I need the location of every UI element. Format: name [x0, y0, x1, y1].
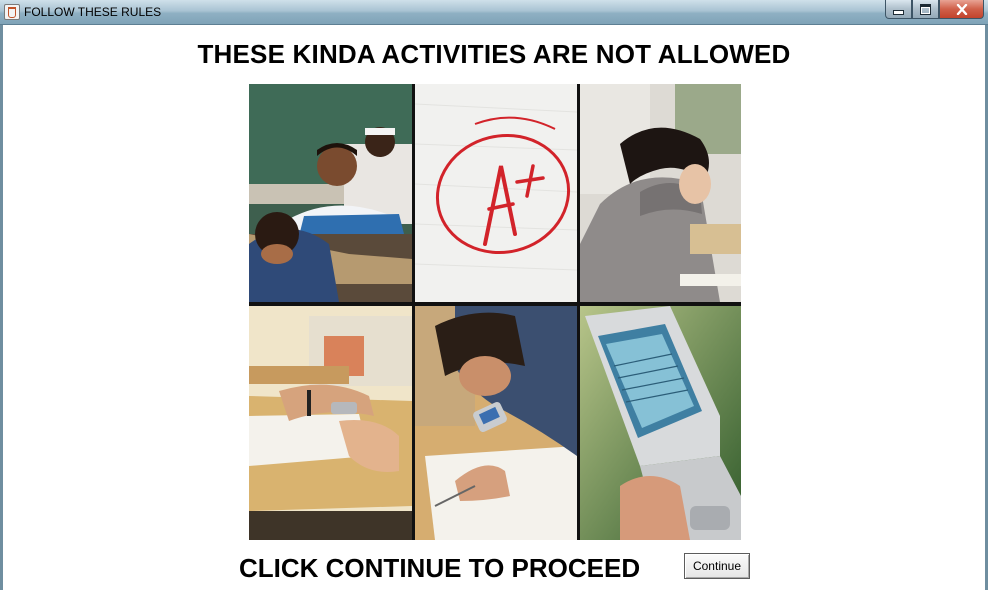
instruction-text: CLICK CONTINUE TO PROCEED [239, 553, 641, 583]
maximize-button[interactable] [912, 0, 939, 19]
page-title: THESE KINDA ACTIVITIES ARE NOT ALLOWED [197, 39, 791, 69]
photo-student-writing [580, 84, 741, 302]
close-button[interactable] [939, 0, 984, 19]
maximize-icon [920, 3, 931, 15]
window-title: FOLLOW THESE RULES [24, 5, 162, 19]
photo-a-plus-grade [415, 84, 577, 302]
window-controls [885, 0, 984, 19]
photo-flip-phone [580, 306, 741, 540]
instruction-row: CLICK CONTINUE TO PROCEED Continue [3, 551, 985, 585]
dialog-content: THESE KINDA ACTIVITIES ARE NOT ALLOWED C… [3, 25, 985, 590]
photo-students-classroom [249, 84, 412, 302]
java-cup-icon[interactable] [4, 4, 20, 20]
continue-button[interactable]: Continue [684, 553, 750, 579]
photo-hand-with-phone [249, 306, 412, 540]
minimize-icon [893, 9, 904, 15]
photo-student-texting [415, 306, 577, 540]
prohibited-activities-image [249, 84, 741, 540]
minimize-button[interactable] [885, 0, 912, 19]
close-icon [956, 3, 967, 15]
window-title-bar[interactable]: FOLLOW THESE RULES [0, 0, 988, 25]
